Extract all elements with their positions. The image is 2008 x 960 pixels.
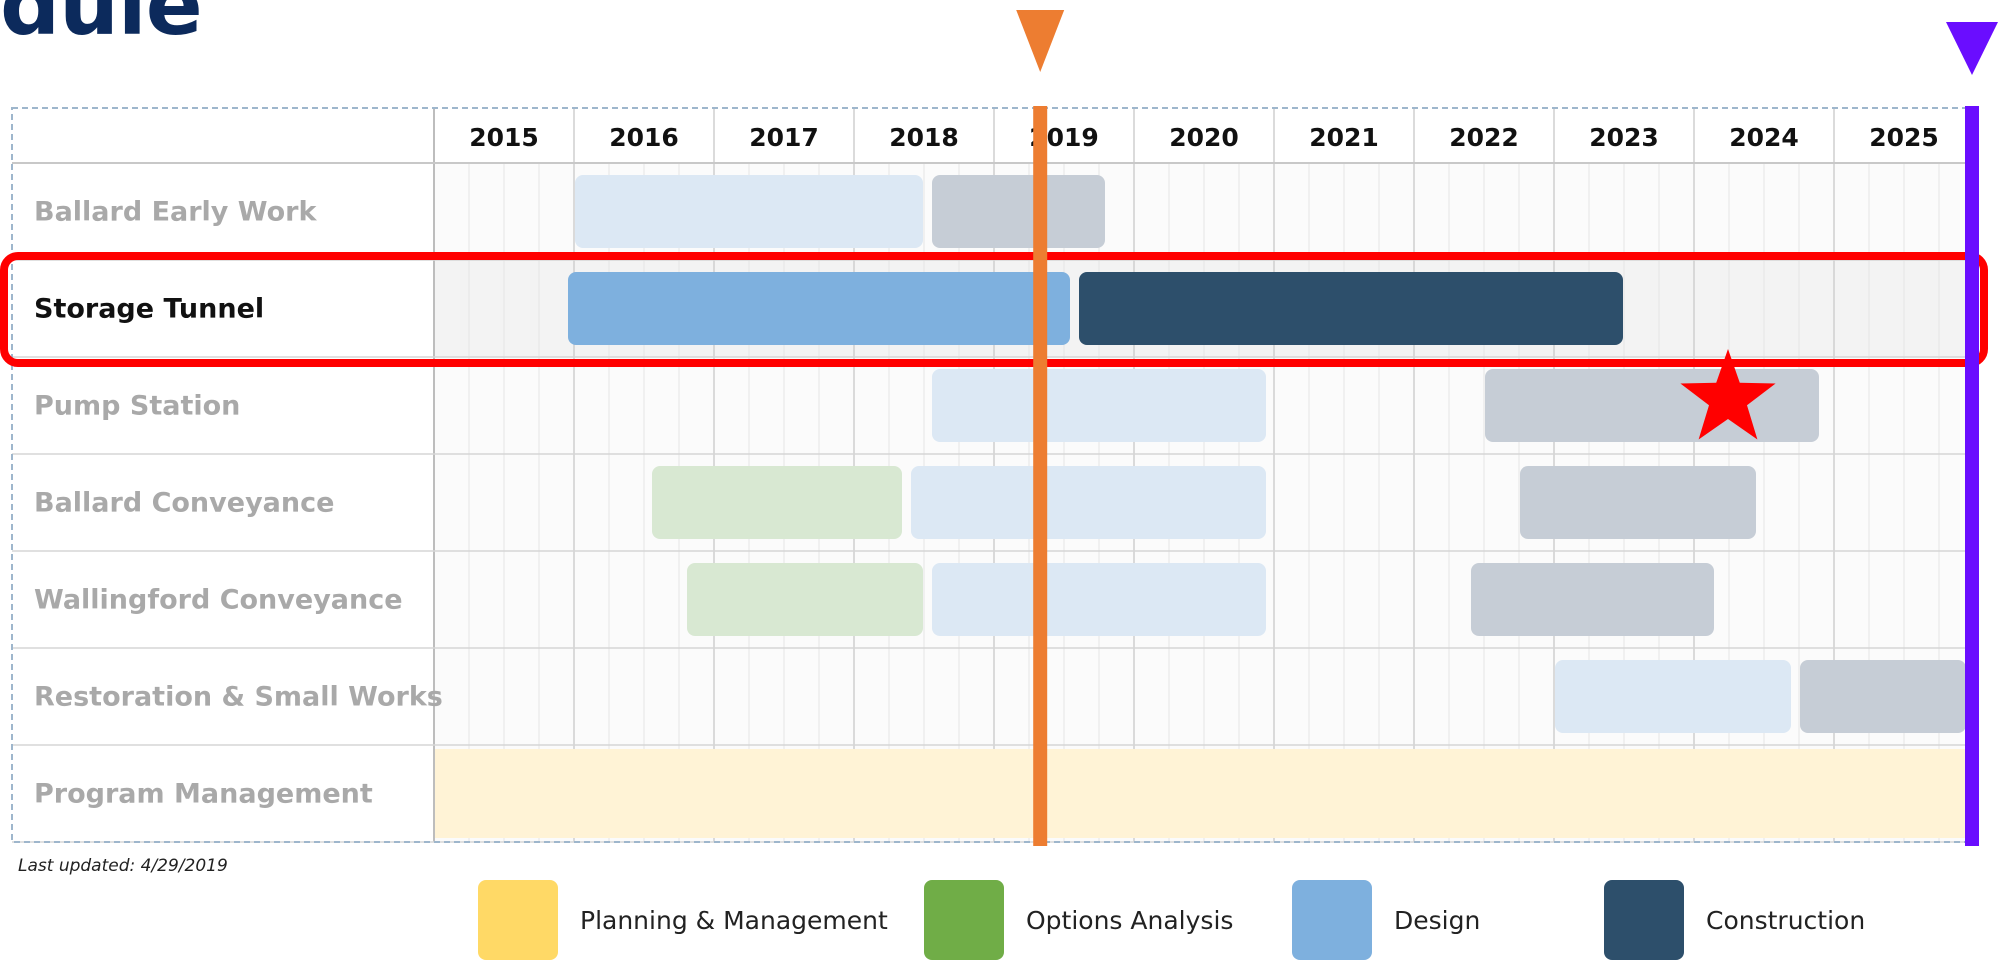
legend-label: Design [1394,905,1481,935]
bar-design [568,272,1070,345]
year-label: 2016 [609,123,679,152]
legend-item: Planning & Management [478,880,888,960]
legend-swatch [478,880,558,960]
row-label: Pump Station [34,391,240,422]
bar-options [687,563,923,636]
legend-item: Options Analysis [924,880,1233,960]
year-label: 2017 [749,123,819,152]
bar-construction [1485,369,1819,442]
bar-design [932,563,1266,636]
legend-swatch [1604,880,1684,960]
row-label: Ballard Early Work [34,197,317,228]
row-label: Program Management [34,779,373,810]
bar-design [1555,660,1791,733]
row-label: Wallingford Conveyance [34,585,403,616]
legend-label: Construction [1706,905,1866,935]
legend-swatch [924,880,1004,960]
bar-construction [1520,466,1756,539]
legend-label: Planning & Management [580,905,888,935]
bar-construction [932,175,1105,248]
bar-options [652,466,902,539]
row-label: Restoration & Small Works [34,682,443,713]
bar-construction [1471,563,1714,636]
year-label: 2018 [889,123,959,152]
bar-design [911,466,1266,539]
bar-planning [435,749,1973,838]
year-label: 2015 [469,123,539,152]
bar-design [575,175,923,248]
year-label: 2020 [1169,123,1239,152]
bar-construction [1800,660,1966,733]
row-label: Storage Tunnel [34,294,264,325]
legend-item: Construction [1604,880,1865,960]
bar-construction [1079,272,1623,345]
year-label: 2025 [1869,123,1939,152]
legend-swatch [1292,880,1372,960]
year-label: 2022 [1449,123,1519,152]
end-marker-triangle [1946,22,1998,75]
year-label: 2023 [1589,123,1659,152]
gantt-chart: 2015 2016 2017 2018 2019 2020 2021 2022 2023 2024… [0,10,1998,846]
legend-label: Options Analysis [1026,905,1234,935]
last-updated-note: Last updated: 4/29/2019 [18,856,228,876]
today-marker-triangle [1016,10,1065,72]
year-label: 2021 [1309,123,1379,152]
legend-item: Design [1292,880,1480,960]
year-label: 2024 [1729,123,1799,152]
bar-design [932,369,1266,442]
row-label: Ballard Conveyance [34,488,334,519]
